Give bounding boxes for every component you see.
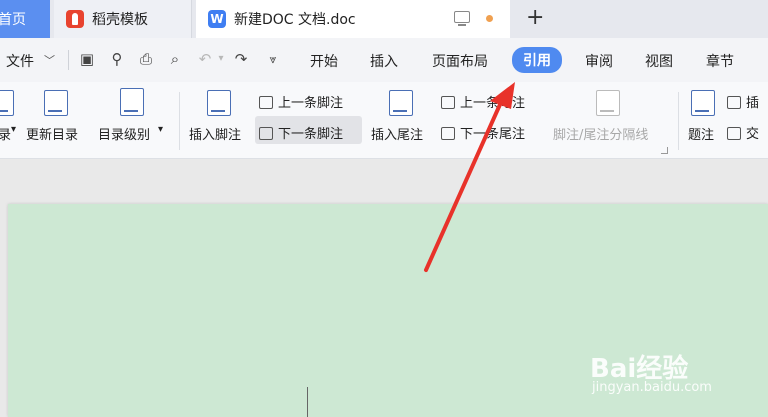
watermark-url: jingyan.baidu.com bbox=[592, 380, 712, 395]
baidu-watermark: Bai经验 jingyan.baidu.com bbox=[590, 348, 712, 395]
